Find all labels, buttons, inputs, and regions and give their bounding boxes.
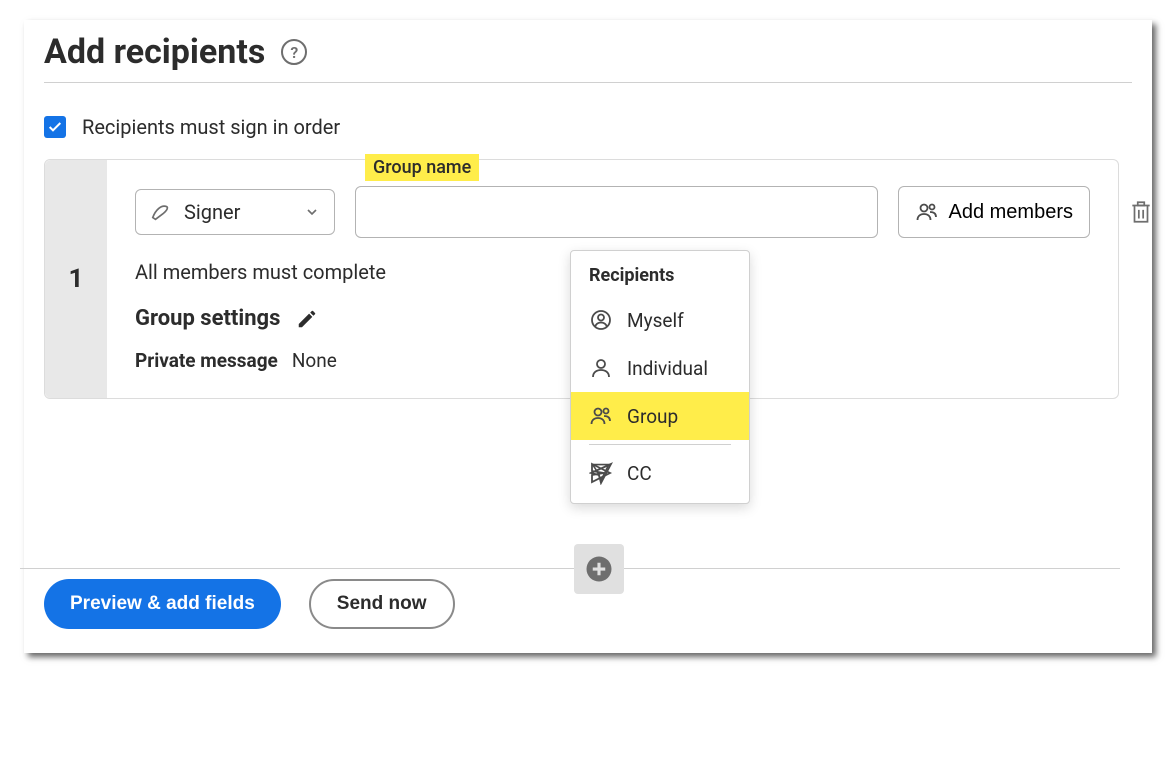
sign-order-label: Recipients must sign in order <box>82 115 340 139</box>
dropdown-item-myself[interactable]: Myself <box>571 296 749 344</box>
trash-icon <box>1128 199 1154 225</box>
dropdown-item-label: Group <box>627 405 678 428</box>
role-select[interactable]: Signer <box>135 189 335 235</box>
sign-order-checkbox[interactable] <box>44 116 66 138</box>
group-settings-label: Group settings <box>135 306 280 331</box>
preview-add-fields-button[interactable]: Preview & add fields <box>44 579 281 629</box>
role-label: Signer <box>184 200 292 224</box>
person-circle-icon <box>589 308 613 332</box>
edit-icon[interactable] <box>296 308 318 330</box>
dropdown-item-individual[interactable]: Individual <box>571 344 749 392</box>
plus-circle-icon <box>584 554 614 584</box>
dropdown-item-label: CC <box>627 462 652 485</box>
add-recipient-button[interactable] <box>574 544 624 594</box>
private-message-value: None <box>292 349 337 372</box>
add-divider <box>20 568 1120 569</box>
dropdown-item-label: Individual <box>627 357 708 380</box>
group-name-input[interactable] <box>355 186 878 238</box>
group-icon <box>589 404 613 428</box>
help-icon[interactable]: ? <box>281 39 307 65</box>
recipients-dropdown: Recipients Myself Individual Group C <box>570 250 750 504</box>
dropdown-header: Recipients <box>571 257 749 296</box>
dropdown-item-label: Myself <box>627 309 684 332</box>
dropdown-item-cc[interactable]: CC <box>571 449 749 497</box>
chevron-down-icon <box>304 204 320 220</box>
add-members-label: Add members <box>949 201 1074 224</box>
add-members-button[interactable]: Add members <box>898 186 1091 238</box>
dropdown-divider <box>589 444 731 445</box>
send-icon <box>589 461 613 485</box>
pen-icon <box>150 201 172 223</box>
recipient-index-handle[interactable]: 1 <box>45 160 107 398</box>
person-icon <box>589 356 613 380</box>
delete-recipient-button[interactable] <box>1128 199 1154 225</box>
group-icon <box>915 200 939 224</box>
private-message-label: Private message <box>135 349 278 372</box>
group-name-label: Group name <box>365 154 479 181</box>
page-title: Add recipients <box>44 32 265 72</box>
dropdown-item-group[interactable]: Group <box>571 392 749 440</box>
send-now-button[interactable]: Send now <box>309 579 455 629</box>
